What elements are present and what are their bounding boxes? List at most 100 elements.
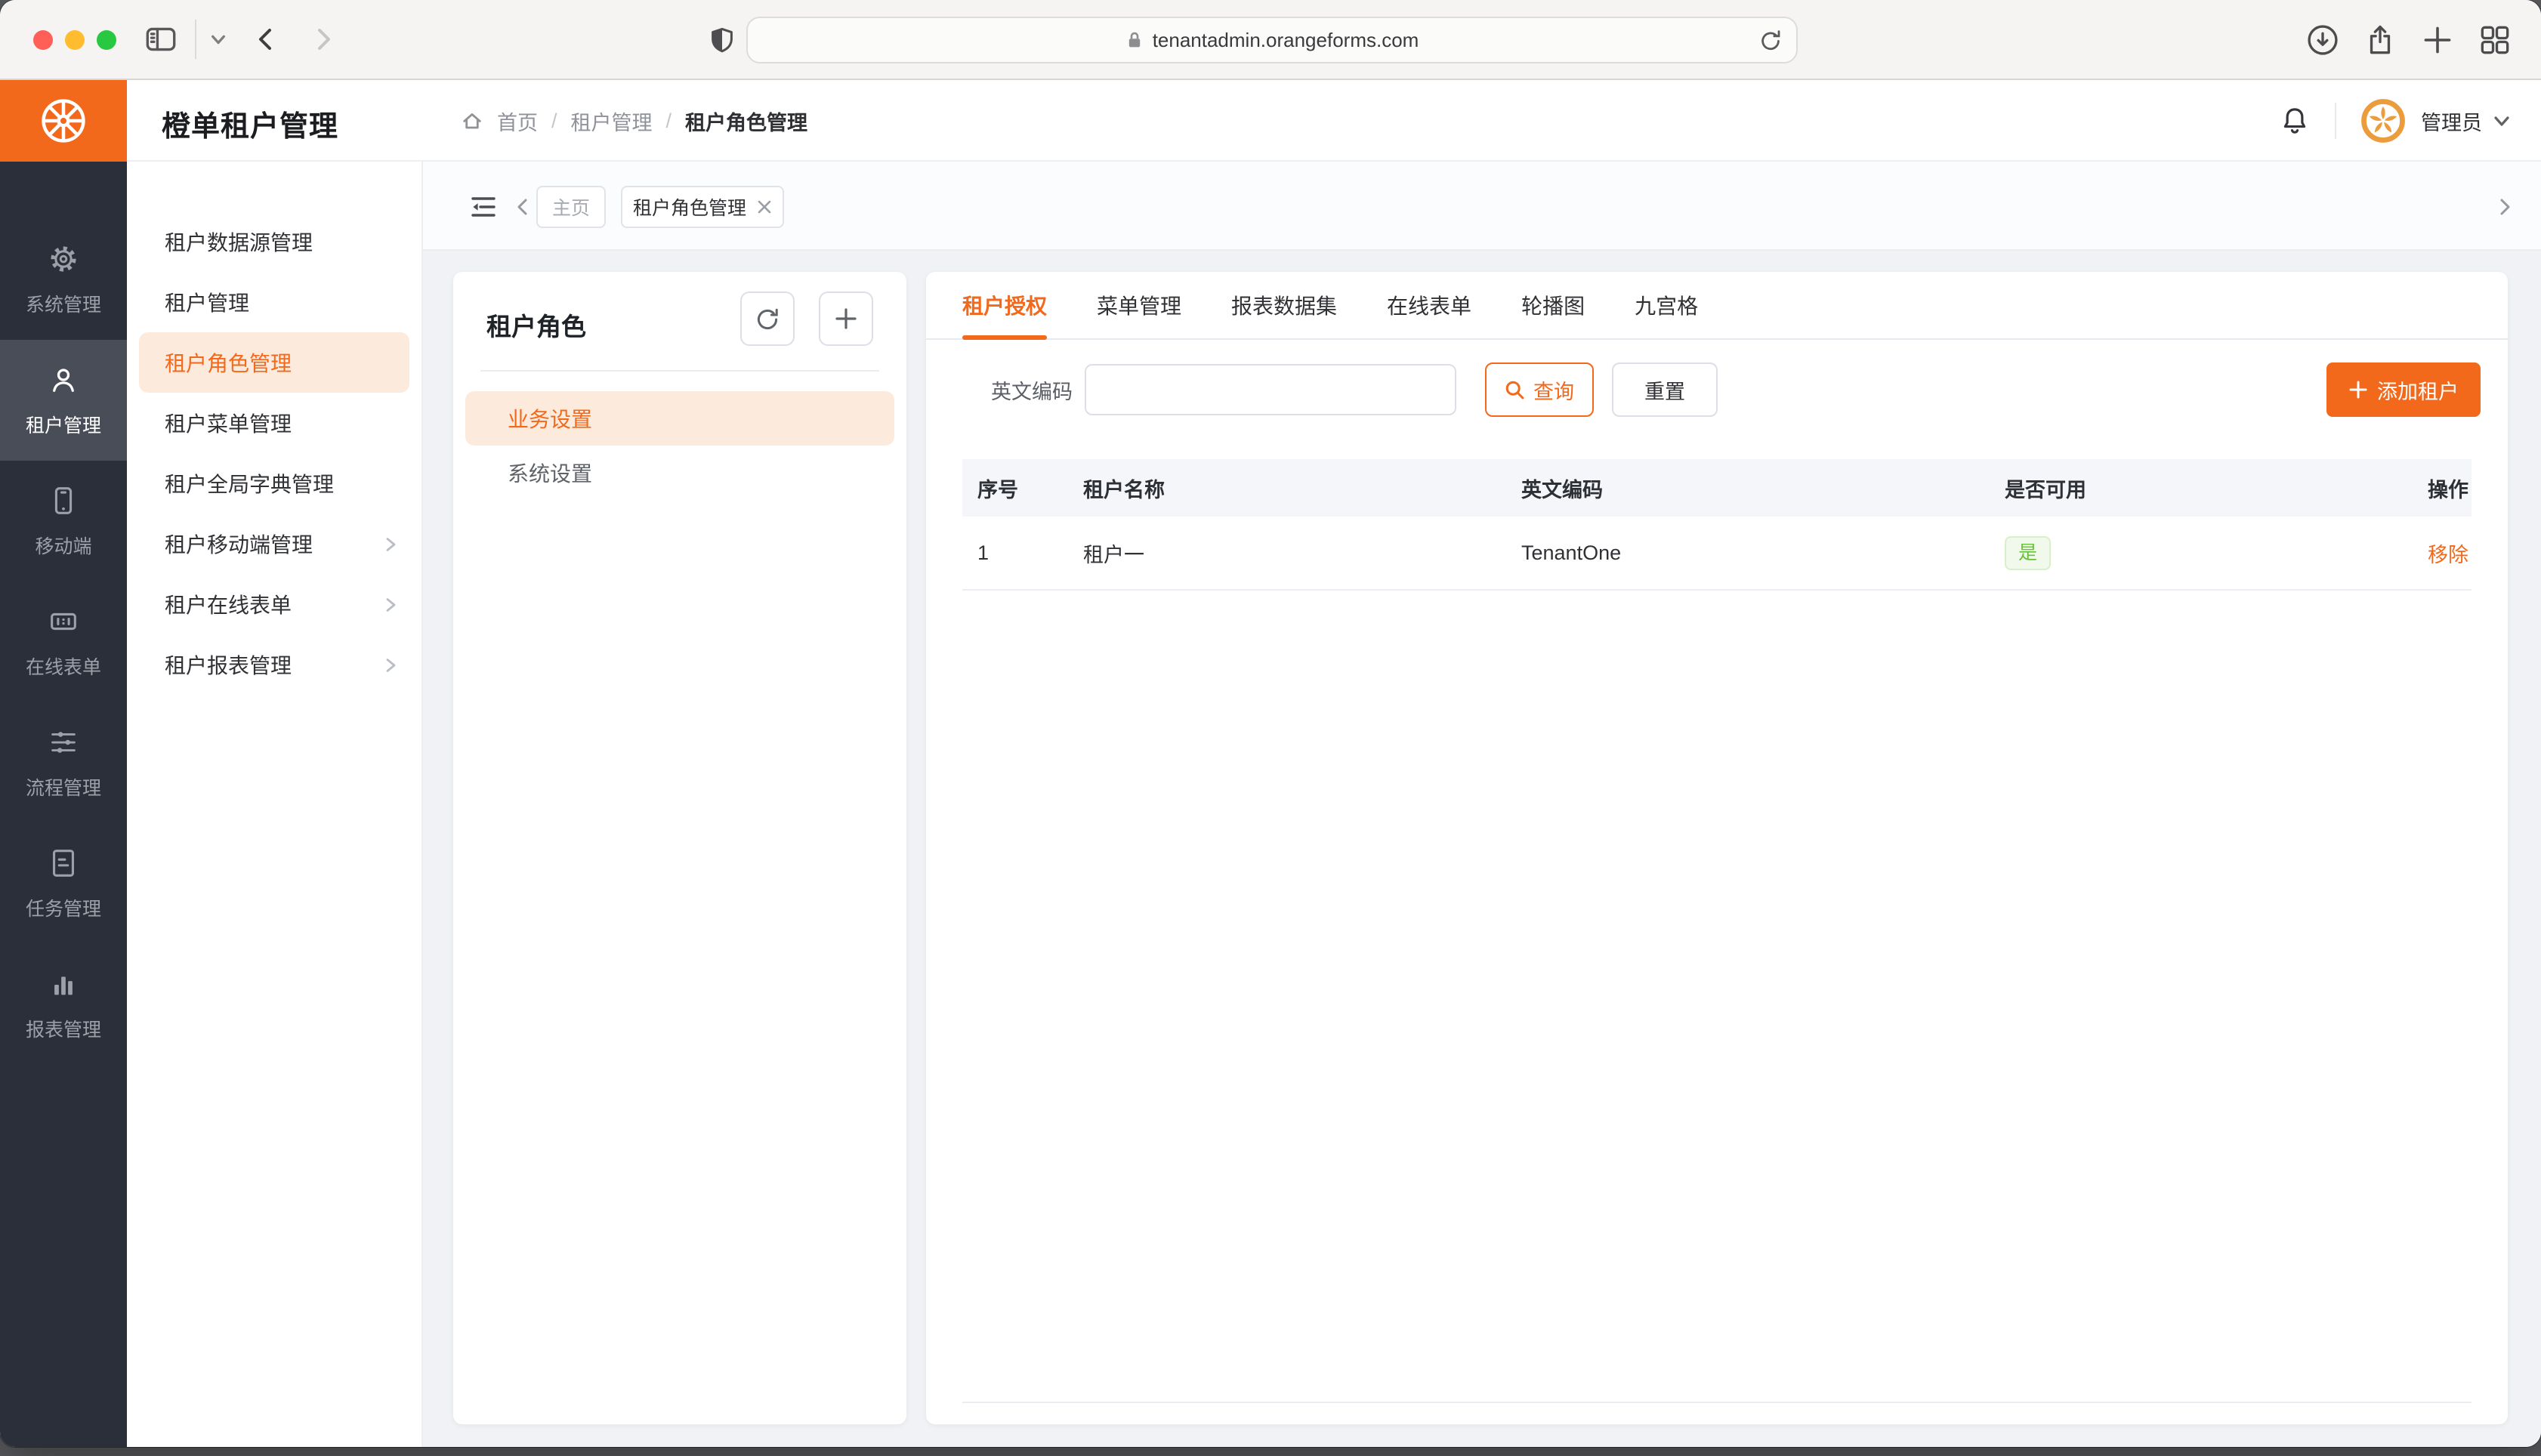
tab-label: 主页 [552,193,590,221]
gear-icon [46,242,81,276]
tab-menu-management[interactable]: 菜单管理 [1097,272,1181,338]
browser-window: tenantadmin.orangeforms.com [0,0,2541,1447]
tab-tenant-role-management[interactable]: 租户角色管理 [621,186,784,228]
reset-button-label: 重置 [1644,375,1685,405]
shield-icon[interactable] [707,26,737,56]
tenant-table: 序号 租户名称 英文编码 是否可用 操作 1 租户一 TenantOne 是 [962,459,2472,591]
submenu-item-label: 租户角色管理 [165,347,292,378]
forward-icon[interactable] [308,24,338,54]
tenant-authorization-panel: 租户授权 菜单管理 报表数据集 在线表单 轮播图 九宫格 英文编码 查询 [926,272,2508,1424]
search-icon [1505,380,1524,399]
sidebar-toggle-icon[interactable] [142,20,180,58]
tab-label: 租户角色管理 [633,193,746,221]
collapse-menu-icon[interactable] [468,192,499,222]
app-logo[interactable] [0,80,127,162]
submenu-item-label: 租户报表管理 [165,649,292,680]
tab-carousel[interactable]: 轮播图 [1521,272,1585,338]
refresh-button[interactable] [740,292,795,346]
submenu-item-tenant-online-form[interactable]: 租户在线表单 [127,574,421,634]
col-header-actions: 操作 [2322,474,2472,503]
rail-item-online-form[interactable]: 在线表单 [0,581,127,702]
submenu-item-tenant-role[interactable]: 租户角色管理 [139,332,409,393]
cell-tenant-name: 租户一 [1083,538,1521,568]
orange-wheel-icon [36,94,91,148]
submenu-item-tenant[interactable]: 租户管理 [127,272,421,332]
rail-item-label: 任务管理 [26,894,101,921]
user-icon [46,362,81,397]
col-header-index: 序号 [962,474,1083,503]
breadcrumb-item[interactable]: 租户管理 [571,106,653,136]
new-tab-icon[interactable] [2419,21,2456,59]
tab-report-dataset[interactable]: 报表数据集 [1231,272,1337,338]
back-icon[interactable] [251,24,281,54]
submenu-item-global-dict[interactable]: 租户全局字典管理 [127,453,421,514]
submenu-item-label: 租户数据源管理 [165,227,313,257]
rail-item-workflow[interactable]: 流程管理 [0,702,127,823]
chevron-right-icon [382,597,399,613]
avatar[interactable] [2360,98,2406,143]
user-menu-chevron-icon[interactable] [2493,112,2511,130]
submenu-item-tenant-report[interactable]: 租户报表管理 [127,634,421,695]
tab-scroll-right-icon[interactable] [2496,198,2514,216]
cell-actions: 移除 [2322,538,2472,568]
notification-bell-icon[interactable] [2279,105,2311,137]
add-tenant-button[interactable]: 添加租户 [2326,362,2481,417]
role-item-label: 业务设置 [508,403,592,433]
user-name[interactable]: 管理员 [2421,106,2482,136]
rail-item-tasks[interactable]: 任务管理 [0,823,127,944]
rail-item-system-management[interactable]: 系统管理 [0,219,127,340]
tab-online-form[interactable]: 在线表单 [1387,272,1471,338]
minimize-window-button[interactable] [65,30,85,50]
rail-item-label: 系统管理 [26,290,101,317]
close-icon[interactable] [757,199,772,214]
bar-chart-icon [46,967,81,1001]
add-role-button[interactable] [819,292,873,346]
role-item-business-settings[interactable]: 业务设置 [465,391,894,446]
reset-button[interactable]: 重置 [1612,362,1718,417]
table-header-row: 序号 租户名称 英文编码 是否可用 操作 [962,459,2472,517]
submenu-item-datasource[interactable]: 租户数据源管理 [127,211,421,272]
reload-icon[interactable] [1758,29,1783,53]
tab-label: 在线表单 [1387,290,1471,320]
remove-link[interactable]: 移除 [2428,544,2468,566]
submenu-item-label: 租户全局字典管理 [165,468,334,498]
rail-item-label: 租户管理 [26,411,101,438]
tab-nine-grid[interactable]: 九宫格 [1635,272,1698,338]
tab-tenant-authorization[interactable]: 租户授权 [962,272,1047,338]
rail-item-mobile[interactable]: 移动端 [0,461,127,581]
col-header-available: 是否可用 [2005,474,2322,503]
share-icon[interactable] [2361,21,2399,59]
role-item-label: 系统设置 [508,458,592,488]
submenu-item-tenant-menu[interactable]: 租户菜单管理 [127,393,421,453]
rail-item-label: 报表管理 [26,1015,101,1042]
address-bar[interactable]: tenantadmin.orangeforms.com [746,17,1798,63]
header-divider [2335,103,2336,139]
card-bottom-divider [962,1402,2472,1403]
chevron-down-icon[interactable] [210,31,227,48]
zoom-window-button[interactable] [97,30,116,50]
breadcrumb-current: 租户角色管理 [685,106,807,136]
home-icon [461,110,483,132]
submenu-item-label: 租户移动端管理 [165,529,313,559]
breadcrumb-home[interactable]: 首页 [497,106,538,136]
query-button[interactable]: 查询 [1485,362,1594,417]
table-row: 1 租户一 TenantOne 是 移除 [962,517,2472,591]
downloads-icon[interactable] [2304,21,2342,59]
plus-icon [2348,380,2368,399]
tab-home[interactable]: 主页 [536,186,606,228]
tab-scroll-left-icon[interactable] [514,198,532,216]
english-code-input[interactable] [1085,364,1456,415]
close-window-button[interactable] [33,30,53,50]
breadcrumb-separator: / [551,110,557,133]
query-button-label: 查询 [1533,375,1574,405]
tab-overview-icon[interactable] [2476,21,2514,59]
role-item-system-settings[interactable]: 系统设置 [465,446,894,500]
rail-item-reports[interactable]: 报表管理 [0,944,127,1065]
rail-item-tenant-management[interactable]: 租户管理 [0,340,127,461]
search-field-label: 英文编码 [991,375,1073,405]
submenu-item-label: 租户管理 [165,287,249,317]
submenu-item-tenant-mobile[interactable]: 租户移动端管理 [127,514,421,574]
tab-label: 菜单管理 [1097,290,1181,320]
col-header-code: 英文编码 [1521,474,2005,503]
tab-label: 报表数据集 [1231,290,1337,320]
